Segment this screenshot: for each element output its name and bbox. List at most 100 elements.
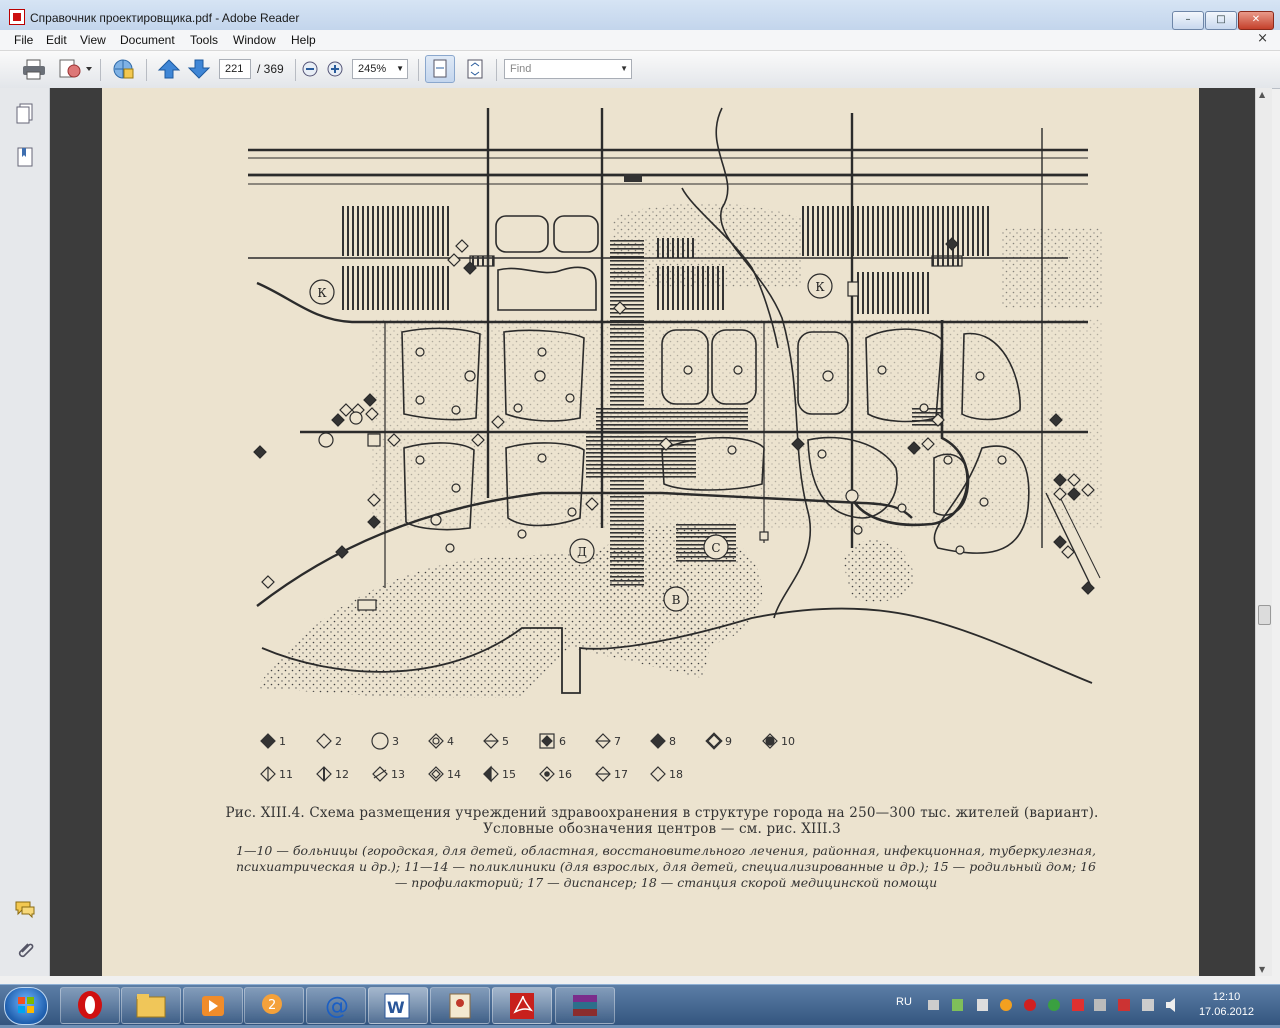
taskbar-pidgin[interactable]: 2 [244,987,304,1024]
document-close-icon[interactable]: × [1257,31,1268,46]
figure-caption-title: Рис. XIII.4. Схема размещения учреждений… [225,805,1099,837]
document-viewport[interactable]: К К Д С В 1 2 3 4 5 6 7 8 9 10 11 12 13 … [50,88,1255,976]
zoom-in-button[interactable] [325,57,345,81]
menu-tools[interactable]: Tools [190,33,218,47]
system-tray-icons[interactable] [922,985,1190,1025]
clock-time: 12:10 [1212,991,1241,1003]
device-icon [977,999,988,1011]
menu-file[interactable]: File [14,33,33,47]
taskbar-contacts[interactable] [430,987,490,1024]
previous-page-button[interactable] [156,57,182,81]
system-clock[interactable]: 12:10 17.06.2012 [1199,990,1254,1020]
scrollbar-thumb[interactable] [1258,605,1271,625]
menu-window[interactable]: Window [233,33,276,47]
print-button[interactable] [21,57,47,81]
arrow-down-icon [187,59,211,79]
legend-label-11: 11 [279,768,293,781]
menu-bar: File Edit View Document Tools Window Hel… [0,30,1280,51]
fit-page-icon [467,59,483,79]
figure-legend: 1 2 3 4 5 6 7 8 9 10 11 12 13 14 15 16 1 [260,732,795,783]
page-number-input[interactable]: 221 [219,59,251,79]
navigation-pane [0,88,50,976]
legend-label-15: 15 [502,768,516,781]
scroll-up-icon[interactable]: ▲ [1259,90,1265,99]
map-label-v: В [672,593,681,607]
svg-text:2: 2 [268,998,276,1013]
legend-label-18: 18 [669,768,683,781]
svg-text:W: W [387,998,405,1017]
bookmarks-panel-button[interactable] [14,146,36,168]
chevron-down-icon: ▼ [396,64,404,73]
toolbar-separator [295,59,296,81]
opera-tray-icon [1024,999,1036,1011]
keyboard-language[interactable]: RU [896,996,912,1008]
network-icon [928,1000,939,1010]
taskbar: 2 @ W RU 12:10 17.06.2012 [0,984,1280,1025]
update-icon [1000,999,1012,1011]
title-bar: Справочник проектировщика.pdf - Adobe Re… [0,0,1280,31]
attachments-panel-button[interactable] [14,940,36,962]
toolbar-separator [146,59,147,81]
taskbar-winrar[interactable] [555,987,615,1024]
menu-help[interactable]: Help [291,33,316,47]
pages-panel-button[interactable] [14,102,36,124]
next-page-button[interactable] [186,57,212,81]
minimize-button[interactable]: – [1172,11,1204,30]
taskbar-word[interactable]: W [368,987,428,1024]
taskbar-opera[interactable] [60,987,120,1024]
pdf-page: К К Д С В 1 2 3 4 5 6 7 8 9 10 11 12 13 … [102,88,1199,976]
menu-view[interactable]: View [80,33,106,47]
fit-width-button[interactable] [425,55,455,83]
vertical-scrollbar[interactable]: ▲ ▼ [1255,88,1272,976]
collaborate-button[interactable] [110,57,136,81]
zoom-in-icon [327,61,343,77]
menu-document[interactable]: Document [120,33,175,47]
legend-label-13: 13 [391,768,405,781]
toolbar-separator [418,59,419,81]
legend-label-17: 17 [614,768,628,781]
map-label-d: Д [577,545,587,559]
menu-edit[interactable]: Edit [46,33,67,47]
find-input[interactable]: Find ▼ [504,59,632,79]
legend-label-1: 1 [279,735,286,748]
scroll-down-icon[interactable]: ▼ [1259,965,1265,974]
svg-text:@: @ [325,992,349,1020]
close-button[interactable]: ✕ [1238,11,1274,30]
fit-width-icon [433,59,447,78]
figure-caption-body: 1—10 — больницы (городская, для детей, о… [236,843,1096,890]
taskbar-explorer[interactable] [121,987,181,1024]
contacts-icon [449,993,471,1019]
zoom-level-value: 245% [358,63,387,75]
taskbar-mail[interactable]: @ [306,987,366,1024]
map-label-k-east: К [815,280,825,294]
map-label-k-west: К [317,286,327,300]
globe-icon [113,59,134,79]
zoom-level-select[interactable]: 245% ▼ [352,59,408,79]
pidgin-icon: 2 [262,994,282,1014]
network-error-icon [1118,999,1130,1011]
maximize-button[interactable]: □ [1205,11,1237,30]
taskbar-media-player[interactable] [183,987,243,1024]
pdf-app-icon [9,9,25,25]
toolbar-separator [496,59,497,81]
legend-label-10: 10 [781,735,795,748]
window-title: Справочник проектировщика.pdf - Adobe Re… [30,11,300,25]
clock-date: 17.06.2012 [1198,1006,1254,1018]
fit-page-button[interactable] [462,57,488,81]
zoom-out-button[interactable] [300,57,320,81]
wireless-icon [1094,999,1106,1011]
start-button[interactable] [4,987,48,1025]
media-player-icon [202,996,224,1016]
winrar-icon [573,995,597,1016]
find-placeholder: Find [510,63,532,75]
acrobat-reader-icon [510,993,534,1019]
chevron-down-icon: ▼ [620,64,628,73]
share-button[interactable] [57,57,93,81]
zoom-out-icon [302,61,318,77]
comments-panel-button[interactable] [14,898,36,920]
adobe-reader-window: Справочник проектировщика.pdf - Adobe Re… [0,0,1280,984]
legend-label-12: 12 [335,768,349,781]
legend-label-6: 6 [559,735,566,748]
taskbar-acrobat-reader[interactable] [492,987,552,1024]
alert-icon [1072,999,1084,1011]
